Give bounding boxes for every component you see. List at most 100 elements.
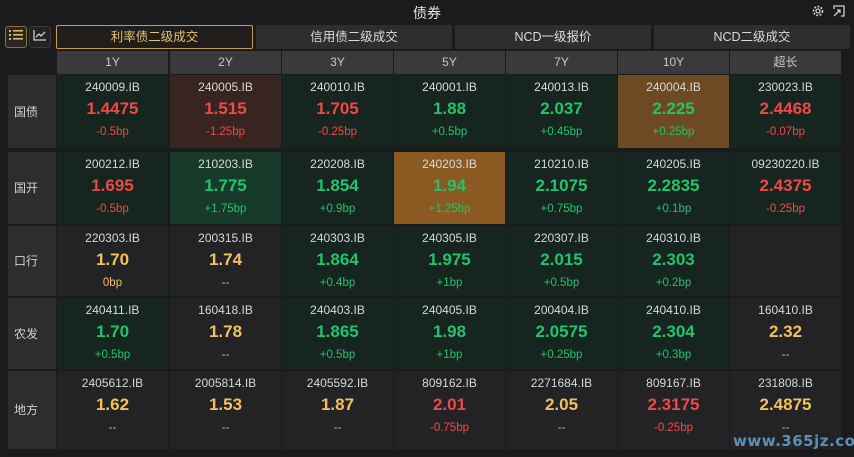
- bond-code: 09230220.IB: [751, 157, 820, 171]
- quote-cell[interactable]: 230023.IB 2.4468 -0.07bp: [730, 75, 841, 148]
- bond-code: 240013.IB: [534, 80, 589, 94]
- bond-code: 220303.IB: [85, 231, 140, 245]
- yield-value: 2.015: [540, 250, 583, 269]
- tab-rate-bond-secondary[interactable]: 利率债二级成交: [56, 25, 253, 49]
- quote-cell[interactable]: 2005814.IB 1.53 --: [170, 371, 281, 449]
- bond-code: 160410.IB: [758, 303, 813, 317]
- column-header-7y: 7Y: [506, 51, 617, 74]
- yield-value: 2.4875: [759, 395, 812, 414]
- expand-icon[interactable]: [831, 4, 847, 20]
- column-header-3y: 3Y: [282, 51, 393, 74]
- bp-change: --: [781, 349, 790, 361]
- quote-cell[interactable]: 809162.IB 2.01 -0.75bp: [394, 371, 505, 449]
- quote-cell[interactable]: 220208.IB 1.854 +0.9bp: [282, 152, 393, 224]
- bond-code: 240303.IB: [310, 231, 365, 245]
- row-header: 国开: [8, 152, 56, 224]
- bond-code: 2405612.IB: [81, 376, 144, 390]
- bond-code: 220208.IB: [310, 157, 365, 171]
- quote-cell[interactable]: 220307.IB 2.015 +0.5bp: [506, 226, 617, 296]
- quote-cell[interactable]: 2271684.IB 2.05 --: [506, 371, 617, 449]
- watermark: www.365jz.com: [733, 432, 854, 450]
- quote-cell[interactable]: 200212.IB 1.695 -0.5bp: [57, 152, 168, 224]
- quote-cell[interactable]: 2405612.IB 1.62 --: [57, 371, 168, 449]
- yield-value: 2.1075: [535, 176, 588, 195]
- yield-value: 2.32: [768, 322, 803, 341]
- gear-icon[interactable]: [810, 4, 826, 20]
- bond-code: 240009.IB: [85, 80, 140, 94]
- bond-code: 240005.IB: [198, 80, 253, 94]
- quote-cell[interactable]: 240403.IB 1.865 +0.5bp: [282, 298, 393, 369]
- quote-cell[interactable]: 240303.IB 1.864 +0.4bp: [282, 226, 393, 296]
- yield-value: 1.70: [95, 250, 130, 269]
- line-chart-icon: [33, 28, 47, 46]
- quote-cell[interactable]: 240205.IB 2.2835 +0.1bp: [618, 152, 729, 224]
- bond-code: 160418.IB: [198, 303, 253, 317]
- chart-view-button[interactable]: [29, 26, 51, 48]
- quote-cell[interactable]: 809167.IB 2.3175 -0.25bp: [618, 371, 729, 449]
- bp-change: -0.75bp: [429, 422, 469, 434]
- bond-code: [730, 231, 841, 245]
- quote-cell[interactable]: 240010.IB 1.705 -0.25bp: [282, 75, 393, 148]
- yield-value: 1.87: [320, 395, 355, 414]
- bond-code: 220307.IB: [534, 231, 589, 245]
- bp-change: -0.5bp: [96, 126, 129, 138]
- quote-cell[interactable]: 240009.IB 1.4475 -0.5bp: [57, 75, 168, 148]
- quote-cell[interactable]: 220303.IB 1.70 0bp: [57, 226, 168, 296]
- quote-cell[interactable]: 2405592.IB 1.87 --: [282, 371, 393, 449]
- quote-cell[interactable]: 240001.IB 1.88 +0.5bp: [394, 75, 505, 148]
- bp-change: +0.25bp: [540, 349, 583, 361]
- bond-code: 200315.IB: [198, 231, 253, 245]
- quote-cell[interactable]: 240203.IB 1.94 +1.25bp: [394, 152, 505, 224]
- bond-code: 240310.IB: [646, 231, 701, 245]
- bp-change: --: [557, 422, 566, 434]
- bp-change: +0.1bp: [655, 203, 692, 215]
- tab-ncd-primary-quote[interactable]: NCD一级报价: [455, 25, 651, 49]
- bond-code: 210203.IB: [198, 157, 253, 171]
- yield-value: 2.4375: [759, 176, 812, 195]
- tab-ncd-secondary[interactable]: NCD二级成交: [654, 25, 850, 49]
- list-view-button[interactable]: [5, 26, 27, 48]
- yield-value: 1.864: [316, 250, 359, 269]
- quote-cell[interactable]: 09230220.IB 2.4375 -0.25bp: [730, 152, 841, 224]
- bond-code: 240410.IB: [646, 303, 701, 317]
- bp-change: -0.25bp: [765, 203, 805, 215]
- bp-change: +1.75bp: [204, 203, 247, 215]
- quote-cell[interactable]: 210210.IB 2.1075 +0.75bp: [506, 152, 617, 224]
- bp-change: +0.2bp: [655, 277, 692, 289]
- bp-change: +0.9bp: [319, 203, 356, 215]
- quote-cell[interactable]: 160410.IB 2.32 --: [730, 298, 841, 369]
- bond-code: 200404.IB: [534, 303, 589, 317]
- yield-value: 1.705: [316, 99, 359, 118]
- quote-cell[interactable]: 240411.IB 1.70 +0.5bp: [57, 298, 168, 369]
- quote-cell[interactable]: 240405.IB 1.98 +1bp: [394, 298, 505, 369]
- bp-change: +0.5bp: [543, 277, 580, 289]
- yield-value: 2.303: [652, 250, 695, 269]
- toolbar: 利率债二级成交 信用债二级成交 NCD一级报价 NCD二级成交: [0, 24, 854, 50]
- quote-cell[interactable]: 160418.IB 1.78 --: [170, 298, 281, 369]
- bp-change: +1bp: [436, 277, 463, 289]
- quote-cell[interactable]: [730, 226, 841, 296]
- quote-cell[interactable]: 210203.IB 1.775 +1.75bp: [170, 152, 281, 224]
- bond-code: 240203.IB: [422, 157, 477, 171]
- bp-change: +0.5bp: [431, 126, 468, 138]
- bp-change: --: [221, 349, 230, 361]
- quote-cell[interactable]: 240004.IB 2.225 +0.25bp: [618, 75, 729, 148]
- bp-change: +0.25bp: [652, 126, 695, 138]
- quote-cell[interactable]: 240410.IB 2.304 +0.3bp: [618, 298, 729, 369]
- bond-code: 240405.IB: [422, 303, 477, 317]
- bond-code: 240205.IB: [646, 157, 701, 171]
- quote-cell[interactable]: 240305.IB 1.975 +1bp: [394, 226, 505, 296]
- yield-value: 2.2835: [647, 176, 700, 195]
- yield-value: 1.515: [204, 99, 247, 118]
- quote-cell[interactable]: 240005.IB 1.515 -1.25bp: [170, 75, 281, 148]
- bp-change: --: [221, 277, 230, 289]
- quote-cell[interactable]: 240310.IB 2.303 +0.2bp: [618, 226, 729, 296]
- quote-cell[interactable]: 240013.IB 2.037 +0.45bp: [506, 75, 617, 148]
- yield-value: 1.775: [204, 176, 247, 195]
- quote-cell[interactable]: 200315.IB 1.74 --: [170, 226, 281, 296]
- quote-cell[interactable]: 200404.IB 2.0575 +0.25bp: [506, 298, 617, 369]
- yield-value: 2.0575: [535, 322, 588, 341]
- tab-credit-bond-secondary[interactable]: 信用债二级成交: [256, 25, 452, 49]
- yield-value: 2.225: [652, 99, 695, 118]
- bp-change: +0.4bp: [319, 277, 356, 289]
